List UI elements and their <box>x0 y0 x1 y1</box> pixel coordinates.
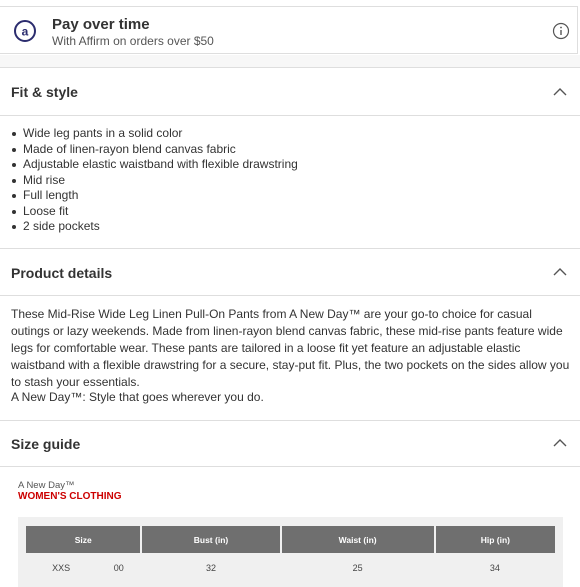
fit-style-title: Fit & style <box>11 84 78 100</box>
divider <box>0 466 580 467</box>
divider <box>0 295 580 296</box>
section-spacer <box>0 55 580 67</box>
svg-text:a: a <box>22 25 29 39</box>
divider <box>0 420 580 421</box>
affirm-logo-icon: a <box>14 20 36 42</box>
chevron-up-icon[interactable] <box>553 268 567 276</box>
size-guide-brand: A New Day™ <box>18 480 75 491</box>
product-description: These Mid-Rise Wide Leg Linen Pull-On Pa… <box>11 307 570 389</box>
waist-header: Waist (in) <box>280 526 436 553</box>
hip-header: Hip (in) <box>434 526 555 553</box>
size-header: Size <box>26 526 143 553</box>
fit-style-list: Wide leg pants in a solid color Made of … <box>11 126 298 235</box>
divider <box>0 248 580 249</box>
list-item: Adjustable elastic waistband with flexib… <box>12 157 298 171</box>
affirm-subtitle: With Affirm on orders over $50 <box>52 34 214 48</box>
hip-cell: 34 <box>434 553 555 583</box>
list-item: Made of linen-rayon blend canvas fabric <box>12 142 298 158</box>
affirm-title: Pay over time <box>52 16 150 33</box>
size-table: Size Bust (in) Waist (in) Hip (in) XXS 0… <box>26 526 555 583</box>
list-item: Mid rise <box>12 173 298 189</box>
waist-cell: 25 <box>280 553 435 583</box>
list-item: 2 side pockets <box>12 219 298 235</box>
divider <box>0 67 580 68</box>
size-number-cell: 00 <box>96 553 142 583</box>
bust-cell: 32 <box>141 553 281 583</box>
list-item: Wide leg pants in a solid color <box>12 126 298 142</box>
product-details-title: Product details <box>11 265 113 281</box>
chevron-up-icon[interactable] <box>553 88 567 96</box>
size-cell: XXS <box>26 553 97 583</box>
affirm-banner: a Pay over time With Affirm on orders ov… <box>0 6 578 54</box>
list-item: Loose fit <box>12 204 298 220</box>
product-tagline: A New Day™: Style that goes wherever you… <box>11 390 264 404</box>
info-icon[interactable] <box>552 22 570 40</box>
table-row: XXS 00 32 25 34 <box>26 553 555 583</box>
size-table-container: Size Bust (in) Waist (in) Hip (in) XXS 0… <box>18 517 563 587</box>
divider <box>0 115 580 116</box>
size-guide-category: WOMEN'S CLOTHING <box>18 491 122 502</box>
size-guide-title: Size guide <box>11 436 81 452</box>
list-item: Full length <box>12 188 298 204</box>
chevron-up-icon[interactable] <box>553 439 567 447</box>
bust-header: Bust (in) <box>141 526 282 553</box>
